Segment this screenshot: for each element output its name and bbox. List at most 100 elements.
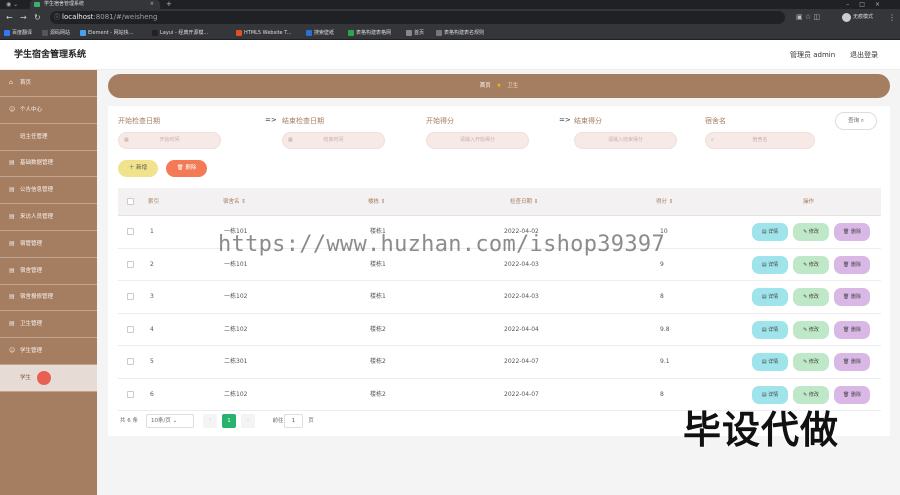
incognito-profile[interactable]: 无痕模式 bbox=[842, 12, 873, 23]
column-header-building[interactable]: 楼栋 ⇕ bbox=[368, 188, 385, 216]
browser-menu-icon[interactable]: ◉ ⌄ bbox=[6, 0, 18, 9]
bookmark-item[interactable]: HTML5 Website T... bbox=[236, 28, 291, 38]
current-user: 管理员 admin bbox=[790, 51, 836, 59]
sort-icon: ⇕ bbox=[668, 199, 674, 205]
next-page-button[interactable]: › bbox=[241, 414, 255, 428]
query-button[interactable]: 查询 ⌕ bbox=[835, 112, 877, 130]
goto-page-input[interactable]: 1 bbox=[284, 414, 303, 428]
reload-icon[interactable]: ↻ bbox=[34, 11, 41, 24]
detail-button[interactable]: ▤ 详情 bbox=[752, 223, 788, 241]
edit-button[interactable]: ✎ 修改 bbox=[793, 223, 829, 241]
tab-close-icon[interactable]: × bbox=[150, 0, 154, 9]
dorm-name-input[interactable]: ⌕ 宿舍名 bbox=[705, 132, 815, 149]
sidebar-item[interactable]: ▤ 宿舍管理 bbox=[0, 258, 97, 285]
bookmark-item[interactable]: Layui - 经典开源模... bbox=[152, 28, 208, 38]
edit-button[interactable]: ✎ 修改 bbox=[793, 353, 829, 371]
delete-button[interactable]: 🗑 删除 bbox=[834, 385, 870, 404]
delete-button[interactable]: 🗑 删除 bbox=[834, 288, 870, 306]
bookmarks-bar: 百度翻译 源码网站 Element - 网站快... Layui - 经典开源模...… bbox=[0, 26, 900, 40]
cell-building: 楼栋2 bbox=[370, 325, 386, 333]
delete-button[interactable]: 🗑 删除 bbox=[834, 223, 870, 241]
sidebar-item[interactable]: 班主任管理 bbox=[0, 124, 97, 151]
sidebar-item[interactable]: ☺ 学生管理 bbox=[0, 338, 97, 365]
bookmark-item[interactable]: Element - 网站快... bbox=[80, 28, 133, 38]
detail-button[interactable]: ▤ 详情 bbox=[752, 320, 788, 339]
sidebar-item[interactable]: ▤ 基础数据管理 bbox=[0, 150, 97, 178]
logout-link[interactable]: 退出登录 bbox=[850, 40, 878, 70]
search-icon: ⌕ bbox=[860, 118, 864, 124]
edit-button[interactable]: ✎ 修改 bbox=[793, 255, 829, 274]
cell-building: 楼栋2 bbox=[370, 390, 386, 398]
column-header-dorm[interactable]: 宿舍名 ⇕ bbox=[223, 188, 246, 216]
end-date-input[interactable]: ▦ 结束时间 bbox=[282, 132, 385, 149]
bookmark-item[interactable]: 表格构建表名规则 bbox=[436, 28, 484, 38]
breadcrumb-home[interactable]: 首页 bbox=[480, 83, 491, 89]
delete-button[interactable]: 🗑 删除 bbox=[834, 255, 870, 274]
start-score-input[interactable]: 请输入开始得分 bbox=[426, 132, 529, 149]
column-header-date[interactable]: 检查日期 ⇕ bbox=[510, 188, 538, 216]
column-header-index: 索引 bbox=[148, 199, 160, 205]
address-bar[interactable]: ⓘ localhost:8081/#/weisheng bbox=[50, 11, 785, 24]
column-header-score[interactable]: 得分 ⇕ bbox=[656, 188, 673, 216]
column-header-actions: 操作 bbox=[803, 199, 815, 205]
sidebar-item[interactable]: ⌂ 首页 bbox=[0, 70, 97, 97]
select-all-checkbox[interactable] bbox=[127, 198, 134, 205]
new-tab-button[interactable]: + bbox=[166, 0, 172, 9]
end-score-input[interactable]: 请输入结束得分 bbox=[574, 132, 677, 149]
row-checkbox[interactable] bbox=[127, 390, 134, 398]
bookmark-item[interactable]: 首页 bbox=[406, 28, 424, 38]
bookmark-item[interactable]: 百度翻译 bbox=[4, 28, 32, 38]
sort-icon: ⇕ bbox=[533, 199, 539, 205]
detail-button[interactable]: ▤ 详情 bbox=[752, 353, 788, 371]
start-date-input[interactable]: ▦ 开始时间 bbox=[118, 132, 221, 149]
sidebar-item[interactable]: 学生 bbox=[0, 364, 97, 392]
detail-button[interactable]: ▤ 详情 bbox=[752, 255, 788, 274]
cell-dorm: 二栋102 bbox=[224, 325, 248, 333]
bookmark-item[interactable]: 源码网站 bbox=[42, 28, 70, 38]
sidebar-item[interactable]: ☺ 个人中心 bbox=[0, 97, 97, 124]
page-size-select[interactable]: 10条/页 ⌄ bbox=[146, 414, 194, 428]
menu-icon: ▤ bbox=[9, 213, 15, 220]
add-button[interactable]: ＋ 新增 bbox=[118, 160, 158, 177]
cell-score: 8 bbox=[660, 293, 664, 300]
watermark-url: https://www.huzhan.com/ishop39397 bbox=[218, 232, 665, 257]
bookmark-item[interactable]: 搜索壁纸 bbox=[306, 28, 334, 38]
delete-button[interactable]: 🗑 删除 bbox=[834, 320, 870, 339]
cell-score: 9.1 bbox=[660, 358, 670, 365]
bulk-delete-button[interactable]: 🗑 删除 bbox=[166, 160, 207, 177]
window-controls[interactable]: –□× bbox=[846, 0, 890, 9]
detail-button[interactable]: ▤ 详情 bbox=[752, 288, 788, 306]
breadcrumb-star-icon: ★ bbox=[496, 83, 502, 89]
row-checkbox[interactable] bbox=[127, 228, 134, 235]
menu-icon: ▤ bbox=[9, 159, 15, 167]
sidebar-item[interactable]: ▤ 宿舍报修管理 bbox=[0, 284, 97, 312]
trash-icon: 🗑 bbox=[843, 359, 851, 365]
prev-page-button[interactable]: ‹ bbox=[203, 414, 217, 428]
edit-button[interactable]: ✎ 修改 bbox=[793, 288, 829, 306]
sidebar-item[interactable]: ▤ 卫生管理 bbox=[0, 311, 97, 339]
page-1-button[interactable]: 1 bbox=[222, 414, 236, 428]
browser-menu-kebab-icon[interactable]: ⋮ bbox=[888, 11, 896, 24]
back-arrow-icon[interactable]: ← bbox=[6, 11, 13, 24]
row-checkbox[interactable] bbox=[127, 358, 134, 365]
goto-unit: 页 bbox=[308, 418, 314, 424]
sidebar: ⌂ 首页 ☺ 个人中心 班主任管理 ▤ 基础数据管理 ▤ 公告信息管理 ▤ 来访人员管理 ▤ 宿管管理 ▤… bbox=[0, 70, 97, 495]
start-score-label: 开始得分 bbox=[426, 117, 454, 125]
extension-icons[interactable]: ▣ ☆ ◫ bbox=[796, 11, 820, 24]
incognito-icon bbox=[842, 13, 851, 22]
row-checkbox[interactable] bbox=[127, 293, 134, 300]
sidebar-item[interactable]: ▤ 来访人员管理 bbox=[0, 204, 97, 231]
forward-arrow-icon[interactable]: → bbox=[20, 11, 27, 24]
cell-score: 8 bbox=[660, 390, 664, 398]
bookmark-item[interactable]: 表格构建表格网 bbox=[348, 28, 391, 38]
browser-tab[interactable]: 学生宿舍管理系统 × bbox=[30, 0, 160, 9]
edit-button[interactable]: ✎ 修改 bbox=[793, 320, 829, 339]
url-host: localhost bbox=[62, 13, 94, 21]
row-checkbox[interactable] bbox=[127, 260, 134, 268]
delete-button[interactable]: 🗑 删除 bbox=[834, 353, 870, 371]
bookmark-icon bbox=[42, 30, 48, 36]
sidebar-item[interactable]: ▤ 公告信息管理 bbox=[0, 177, 97, 205]
sidebar-item[interactable]: ▤ 宿管管理 bbox=[0, 231, 97, 258]
info-icon[interactable]: ⓘ bbox=[54, 11, 60, 24]
row-checkbox[interactable] bbox=[127, 325, 134, 333]
